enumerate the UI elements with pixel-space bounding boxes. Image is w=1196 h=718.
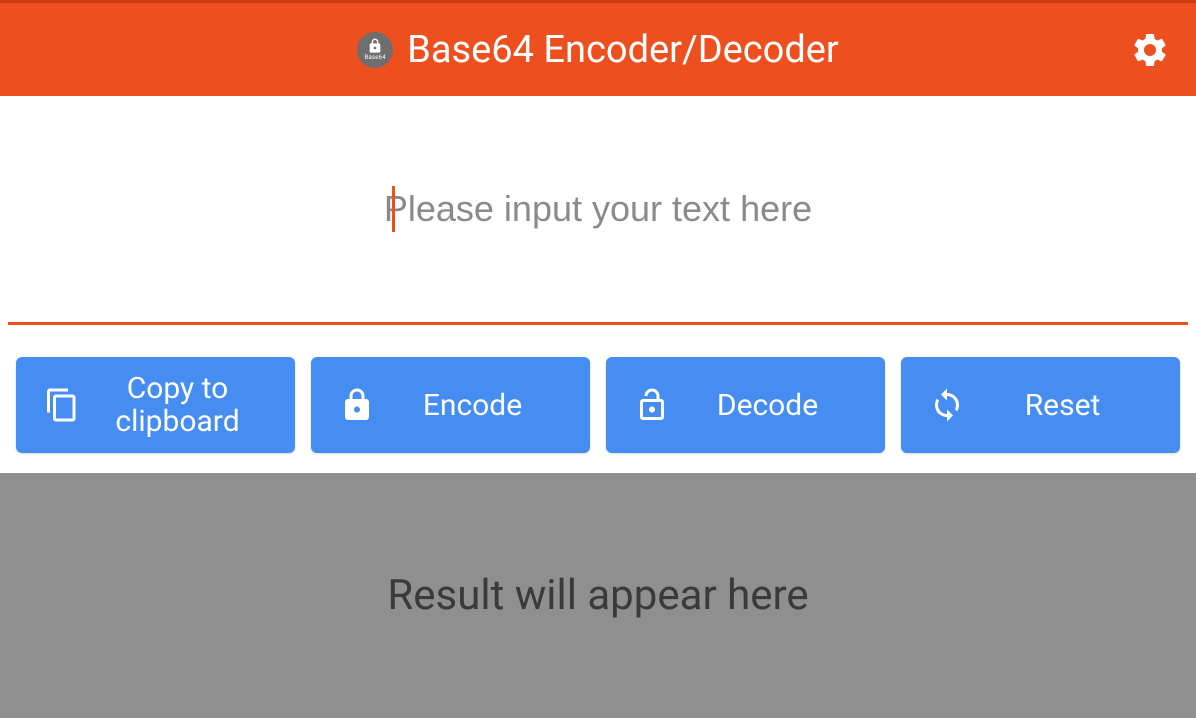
app-title: Base64 Encoder/Decoder xyxy=(407,28,839,72)
text-caret xyxy=(392,186,395,232)
header-title-group: Base64 Base64 Encoder/Decoder xyxy=(357,28,839,72)
app-badge-text: Base64 xyxy=(365,55,386,61)
lock-closed-icon xyxy=(339,387,375,423)
input-section xyxy=(8,96,1188,325)
reset-button-label: Reset xyxy=(965,389,1160,422)
decode-button[interactable]: Decode xyxy=(606,357,885,453)
button-row: Copy to clipboard Encode Decode Reset xyxy=(0,325,1196,473)
app-badge-icon: Base64 xyxy=(357,32,393,68)
copy-to-clipboard-button[interactable]: Copy to clipboard xyxy=(16,357,295,453)
lock-open-icon xyxy=(634,387,670,423)
result-placeholder: Result will appear here xyxy=(387,571,808,620)
encode-button[interactable]: Encode xyxy=(311,357,590,453)
text-input[interactable] xyxy=(8,188,1188,230)
copy-button-label: Copy to clipboard xyxy=(80,372,275,438)
settings-button[interactable] xyxy=(1128,28,1172,72)
app-header: Base64 Base64 Encoder/Decoder xyxy=(0,3,1196,96)
result-section: Result will appear here xyxy=(0,473,1196,718)
copy-icon xyxy=(44,387,80,423)
lock-closed-icon xyxy=(367,38,383,54)
decode-button-label: Decode xyxy=(670,389,865,422)
refresh-icon xyxy=(929,387,965,423)
reset-button[interactable]: Reset xyxy=(901,357,1180,453)
gear-icon xyxy=(1130,30,1170,70)
encode-button-label: Encode xyxy=(375,389,570,422)
